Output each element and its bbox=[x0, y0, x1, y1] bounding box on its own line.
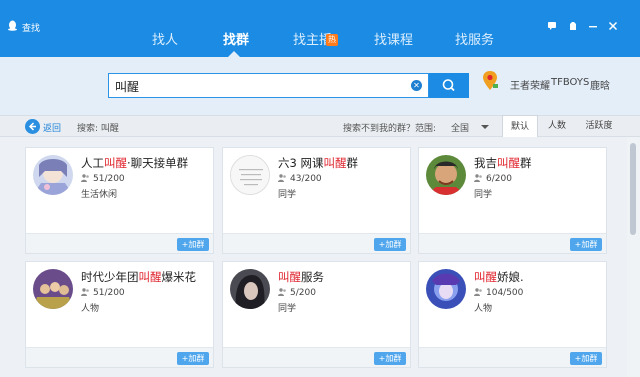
card-footer: +加群 bbox=[223, 347, 410, 367]
search-query-label: 搜索: 叫醒 bbox=[77, 124, 119, 134]
member-count: 51/200 bbox=[81, 288, 125, 298]
group-category: 同学 bbox=[474, 190, 493, 200]
members-icon bbox=[474, 288, 482, 296]
group-card[interactable]: 我吉叫醒群 6/200 同学 +加群 bbox=[418, 147, 607, 254]
group-avatar bbox=[426, 155, 466, 195]
range-label: 范围: bbox=[415, 124, 437, 134]
group-card[interactable]: 叫醒服务 5/200 同学 +加群 bbox=[222, 261, 411, 368]
group-category: 同学 bbox=[278, 190, 297, 200]
members-icon bbox=[278, 174, 286, 182]
chevron-down-icon[interactable] bbox=[481, 125, 489, 129]
card-footer: +加群 bbox=[419, 347, 606, 367]
location-pin-icon[interactable] bbox=[481, 70, 499, 92]
tab-find-people[interactable]: 找人 bbox=[152, 33, 178, 49]
members-icon bbox=[278, 288, 286, 296]
group-card[interactable]: 叫醒娇娘. 104/500 人物 +加群 bbox=[418, 261, 607, 368]
not-found-link[interactable]: 搜索不到我的群？ bbox=[343, 121, 415, 134]
join-group-button[interactable]: +加群 bbox=[177, 352, 209, 365]
tab-find-courses[interactable]: 找课程 bbox=[374, 33, 413, 49]
search-icon bbox=[442, 79, 455, 92]
join-group-button[interactable]: +加群 bbox=[374, 352, 406, 365]
search-box: ✕ bbox=[108, 73, 429, 98]
join-group-button[interactable]: +加群 bbox=[570, 238, 602, 251]
card-footer: +加群 bbox=[223, 233, 410, 253]
qq-penguin-icon bbox=[8, 20, 17, 31]
sort-activity-tab[interactable]: 活跃度 bbox=[578, 115, 620, 137]
sort-default-tab[interactable]: 默认 bbox=[502, 115, 538, 137]
group-category: 生活休闲 bbox=[81, 190, 118, 200]
member-count: 5/200 bbox=[278, 288, 316, 298]
filter-bar: 返回 搜索: 叫醒 搜索不到我的群？ 范围: 全国 默认 人数 活跃度 bbox=[0, 115, 640, 137]
sort-members-tab[interactable]: 人数 bbox=[540, 115, 574, 137]
hot-word-3[interactable]: 鹿晗 bbox=[590, 77, 610, 92]
card-footer: +加群 bbox=[26, 233, 213, 253]
group-avatar bbox=[426, 269, 466, 309]
group-name: 六3 网课叫醒群 bbox=[278, 156, 358, 170]
members-icon bbox=[474, 174, 482, 182]
join-group-button[interactable]: +加群 bbox=[570, 352, 602, 365]
group-name: 我吉叫醒群 bbox=[474, 156, 532, 170]
search-area: ✕ 王者荣耀 TFBOYS 鹿晗 bbox=[0, 57, 640, 115]
group-card[interactable]: 时代少年团叫醒爆米花 51/200 人物 +加群 bbox=[25, 261, 214, 368]
group-avatar bbox=[33, 155, 73, 195]
member-count: 43/200 bbox=[278, 174, 322, 184]
group-avatar bbox=[230, 269, 270, 309]
search-input[interactable] bbox=[115, 78, 405, 94]
tab-find-services[interactable]: 找服务 bbox=[455, 33, 494, 49]
member-count: 51/200 bbox=[81, 174, 125, 184]
feedback-icon[interactable] bbox=[546, 21, 557, 32]
group-name: 叫醒娇娘. bbox=[474, 270, 524, 284]
card-footer: +加群 bbox=[26, 347, 213, 367]
group-name: 时代少年团叫醒爆米花 bbox=[81, 270, 196, 284]
clear-search-icon[interactable]: ✕ bbox=[411, 80, 422, 91]
close-icon[interactable] bbox=[607, 21, 618, 32]
members-icon bbox=[81, 288, 89, 296]
tab-find-groups[interactable]: 找群 bbox=[223, 33, 249, 49]
group-name: 叫醒服务 bbox=[278, 270, 324, 284]
member-count: 6/200 bbox=[474, 174, 512, 184]
window-title: 查找 bbox=[22, 24, 41, 34]
hot-word-1[interactable]: 王者荣耀 bbox=[510, 77, 550, 92]
minimize-icon[interactable] bbox=[587, 21, 598, 32]
group-name: 人工叫醒·聊天接单群 bbox=[81, 156, 189, 170]
range-select[interactable]: 全国 bbox=[451, 121, 469, 134]
skin-icon[interactable] bbox=[567, 21, 578, 32]
back-link[interactable]: 返回 bbox=[43, 121, 61, 134]
results-scrollbar[interactable] bbox=[627, 137, 640, 377]
group-category: 人物 bbox=[474, 304, 493, 314]
group-avatar bbox=[230, 155, 270, 195]
group-avatar bbox=[33, 269, 73, 309]
scrollbar-thumb[interactable] bbox=[630, 143, 636, 235]
results-grid: 人工叫醒·聊天接单群 51/200 生活休闲 +加群 六3 网课叫醒群 43/2… bbox=[0, 137, 640, 377]
group-card[interactable]: 人工叫醒·聊天接单群 51/200 生活休闲 +加群 bbox=[25, 147, 214, 254]
card-footer: +加群 bbox=[419, 233, 606, 253]
search-button[interactable] bbox=[429, 73, 469, 98]
join-group-button[interactable]: +加群 bbox=[177, 238, 209, 251]
hot-badge: 热 bbox=[326, 34, 338, 46]
join-group-button[interactable]: +加群 bbox=[374, 238, 406, 251]
group-category: 同学 bbox=[278, 304, 297, 314]
members-icon bbox=[81, 174, 89, 182]
hot-word-2[interactable]: TFBOYS bbox=[551, 77, 589, 88]
group-category: 人物 bbox=[81, 304, 100, 314]
group-card[interactable]: 六3 网课叫醒群 43/200 同学 +加群 bbox=[222, 147, 411, 254]
title-nav-bar: 查找 找人 找群 找主播 热 找课程 找服务 bbox=[0, 0, 640, 57]
back-arrow-icon[interactable] bbox=[25, 119, 40, 134]
member-count: 104/500 bbox=[474, 288, 523, 298]
